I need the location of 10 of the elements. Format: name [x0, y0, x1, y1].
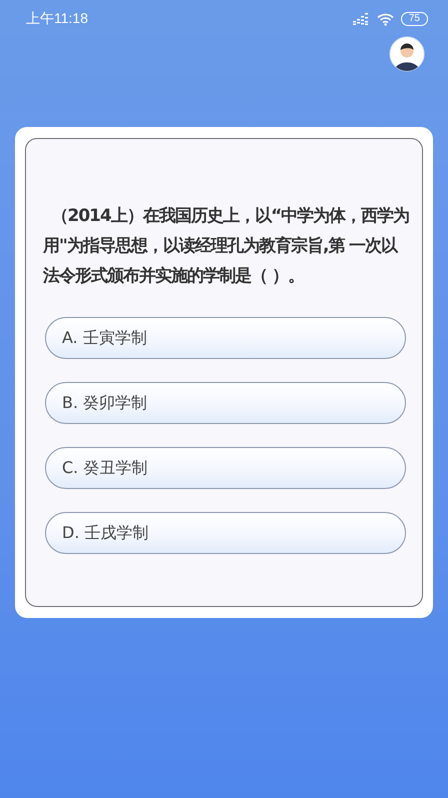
answer-option[interactable]: A. 壬寅学制 [45, 317, 406, 359]
wifi-icon [376, 12, 395, 26]
answer-option[interactable]: B. 癸卯学制 [45, 382, 406, 424]
avatar-icon[interactable] [389, 36, 425, 72]
battery-level: 75 [400, 12, 428, 26]
question-text: （2014上）在我国历史上，以“中学为体，西学为用"为指导思想，以读经理孔为教育宗旨,第 一次以法令形式颁布并实施的学制是（ ）。 [43, 205, 410, 288]
status-time: 上午11:18 [26, 10, 88, 28]
answer-option[interactable]: C. 癸丑学制 [45, 447, 406, 489]
answer-option[interactable]: D. 壬戌学制 [45, 512, 406, 554]
signal-icon [352, 13, 371, 25]
